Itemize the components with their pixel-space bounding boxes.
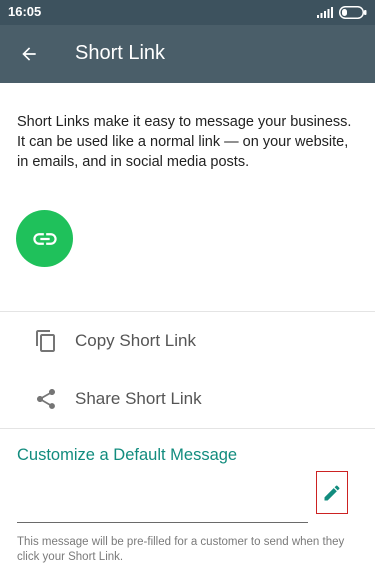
short-link-badge — [16, 210, 73, 267]
copy-short-link-label: Copy Short Link — [75, 331, 196, 350]
divider — [0, 428, 375, 429]
share-short-link-label: Share Short Link — [75, 389, 202, 408]
app-bar: Short Link — [0, 25, 375, 83]
battery-icon — [339, 6, 367, 19]
status-time: 16:05 — [8, 4, 42, 19]
divider — [0, 311, 375, 312]
copy-short-link-button[interactable]: Copy Short Link — [0, 313, 375, 369]
signal-icon — [317, 7, 333, 18]
page-title: Short Link — [75, 42, 166, 64]
back-button[interactable] — [16, 41, 42, 67]
copy-icon — [34, 329, 58, 353]
default-message-field[interactable] — [17, 472, 308, 523]
message-hint: This message will be pre-filled for a cu… — [17, 536, 345, 563]
share-short-link-button[interactable]: Share Short Link — [0, 371, 375, 427]
status-bar: 16:05 — [0, 0, 375, 25]
arrow-back-icon — [22, 47, 36, 61]
short-link-description: Short Links make it easy to message your… — [17, 114, 352, 170]
share-icon — [34, 387, 58, 411]
status-icons — [317, 4, 367, 21]
edit-message-button[interactable] — [316, 471, 348, 514]
link-icon — [32, 232, 57, 245]
customize-message-heading: Customize a Default Message — [17, 446, 238, 464]
pencil-icon — [324, 484, 340, 500]
